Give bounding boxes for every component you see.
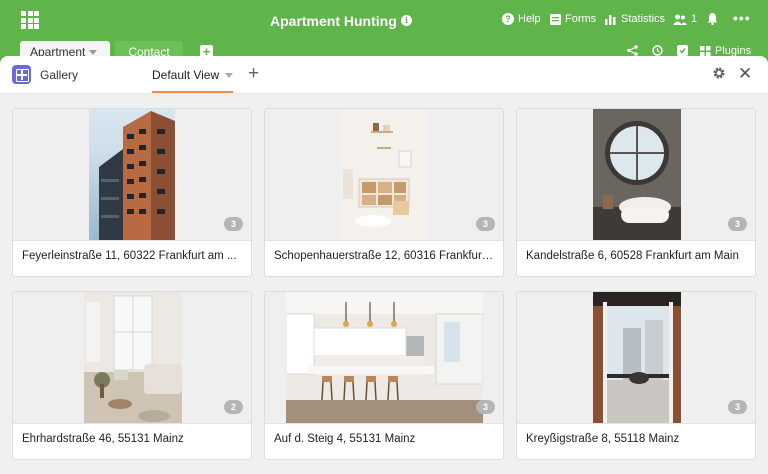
view-type-label: Gallery (40, 68, 79, 82)
card-divider (265, 423, 503, 424)
card-divider (517, 423, 755, 424)
card-title: Ehrhardstraße 46, 55131 Mainz (22, 433, 184, 445)
card-image-area: 2 (13, 292, 251, 423)
statistics-label: Statistics (621, 13, 666, 25)
gallery-card[interactable]: 3 Kreyßigstraße 8, 55118 Mainz (516, 291, 756, 460)
gallery-view-icon (12, 65, 31, 84)
chevron-down-icon[interactable] (225, 73, 233, 78)
card-divider (13, 423, 251, 424)
add-view-icon[interactable]: + (248, 63, 259, 85)
notifications-button[interactable] (707, 13, 718, 25)
more-menu-icon[interactable]: ••• (733, 10, 751, 26)
card-title: Feyerleinstraße 11, 60322 Frankfurt am .… (22, 250, 237, 262)
forms-label: Forms (565, 13, 597, 25)
apartment-photo (89, 109, 175, 240)
card-divider (13, 240, 251, 241)
apps-grid-icon[interactable] (21, 11, 39, 29)
image-count-badge: 3 (224, 217, 243, 231)
gear-icon[interactable] (712, 66, 727, 81)
active-view-indicator (152, 91, 233, 93)
forms-button[interactable]: Forms (550, 13, 596, 25)
help-label: Help (518, 13, 541, 25)
default-view-tab[interactable]: Default View (152, 68, 219, 82)
collaborators-count: 1 (691, 13, 698, 25)
plugins-icon (700, 45, 711, 56)
forms-icon (550, 13, 561, 25)
card-title: Kandelstraße 6, 60528 Frankfurt am Main (526, 250, 739, 262)
card-image-area: 3 (265, 109, 503, 240)
help-icon: ? (502, 13, 514, 25)
base-title[interactable]: Apartment Hunting (270, 13, 397, 29)
card-image-area: 3 (517, 109, 755, 240)
card-image-area: 3 (13, 109, 251, 240)
app-header: Apartment Hunting i ? Help Forms Statist… (0, 0, 768, 62)
apartment-photo (593, 292, 681, 423)
apartment-photo (84, 292, 182, 423)
apartment-photo (593, 109, 681, 240)
close-icon[interactable]: ✕ (738, 64, 752, 84)
card-image-area: 3 (517, 292, 755, 423)
image-count-badge: 2 (224, 400, 243, 414)
card-title: Schopenhauerstraße 12, 60316 Frankfurt .… (274, 250, 496, 262)
card-divider (517, 240, 755, 241)
card-title: Kreyßigstraße 8, 55118 Mainz (526, 433, 680, 445)
image-count-badge: 3 (728, 400, 747, 414)
gallery-card[interactable]: 3 Schopenhauerstraße 12, 60316 Frankfurt… (264, 108, 504, 277)
image-count-badge: 3 (728, 217, 747, 231)
gallery-card[interactable]: 3 Auf d. Steig 4, 55131 Mainz (264, 291, 504, 460)
help-button[interactable]: ? Help (502, 13, 541, 25)
info-icon[interactable]: i (401, 15, 412, 26)
apartment-photo (341, 109, 427, 240)
gallery-card[interactable]: 3 Feyerleinstraße 11, 60322 Frankfurt am… (12, 108, 252, 277)
gallery-card[interactable]: 2 Ehrhardstraße 46, 55131 Mainz (12, 291, 252, 460)
card-image-area: 3 (265, 292, 503, 423)
statistics-icon (605, 14, 616, 25)
collaborators-button[interactable]: 1 (673, 13, 697, 25)
gallery-card[interactable]: 3 Kandelstraße 6, 60528 Frankfurt am Mai… (516, 108, 756, 277)
image-count-badge: 3 (476, 217, 495, 231)
users-icon (673, 14, 687, 25)
statistics-button[interactable]: Statistics (605, 13, 665, 25)
image-count-badge: 3 (476, 400, 495, 414)
view-toolbar: Gallery Default View + ✕ (0, 56, 768, 94)
card-divider (265, 240, 503, 241)
bell-icon (707, 13, 718, 25)
apartment-photo (286, 292, 483, 423)
card-title: Auf d. Steig 4, 55131 Mainz (274, 433, 416, 445)
chevron-down-icon[interactable] (89, 50, 98, 56)
